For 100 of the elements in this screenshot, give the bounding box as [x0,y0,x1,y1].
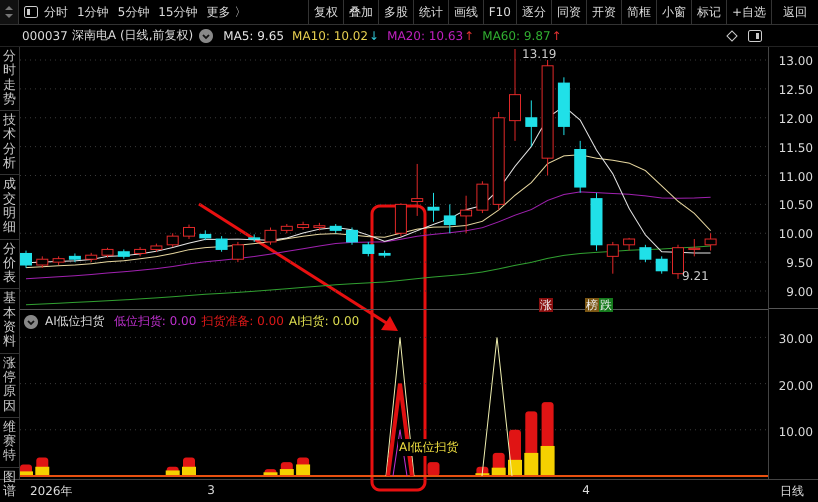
candlestick [606,241,619,274]
moving-average-value: MA5: 9.65 [223,28,284,42]
stacked-bar [508,430,522,476]
candlestick [672,244,684,280]
chevron-circle-icon[interactable] [199,28,214,42]
trend-arrow: ↑ [464,28,474,42]
candlestick [525,100,538,148]
candlestick [232,241,244,263]
candlestick [444,204,456,234]
period-tab[interactable]: 分时 [44,4,68,20]
side-tab[interactable]: 分时走势 [0,47,19,112]
candlestick [134,246,146,257]
panel-toggle-icon[interactable] [748,30,762,42]
stacked-bar [296,458,310,476]
candlestick [183,224,195,240]
candlestick [199,230,212,241]
candlestick [264,226,276,246]
indicator-value: 低位扫货: 0.00 [114,313,196,330]
candlestick [118,248,130,260]
price-axis-label: 11.50 [778,140,813,157]
stacked-bar [35,458,50,476]
candlestick [590,192,602,252]
indicator-value: 扫货准备: 0.00 [201,313,284,330]
date-label: 3 [207,483,215,497]
candlestick [574,140,586,194]
candlestick [85,252,98,263]
price-axis-label: 11.00 [778,168,813,186]
candlestick [216,236,228,252]
candlestick [558,76,570,136]
scroll-arrows-icon[interactable] [0,0,19,24]
candlestick [20,250,32,268]
side-tab[interactable]: 基本资料 [0,289,19,354]
candlestick [102,247,114,258]
candlestick [428,192,440,222]
candlestick [411,163,424,216]
stacked-bar [492,452,506,476]
price-axis-label: 12.00 [778,110,813,128]
price-axis-label: 10.50 [778,197,813,214]
chart-mode: (日线,前复权) [120,27,194,44]
moving-average-value: MA20: 10.63 [387,28,464,42]
side-tab[interactable]: 图谱 [0,468,19,502]
indicator-axis-label: 30.00 [778,331,813,348]
signal-tag: 跌 [599,298,613,312]
candlestick [394,202,407,237]
candlestick [52,256,65,266]
chevron-circle-icon[interactable] [24,314,38,328]
date-label: 2026年 [30,483,73,500]
signal-label: AI低位扫货 [398,439,460,456]
indicator-value: AI扫货: 0.00 [288,313,360,330]
side-tab[interactable]: 技术分析 [0,111,19,176]
indicator-axis-label: 20.00 [778,378,813,395]
price-axis-label: 12.50 [778,82,813,99]
indicator-axis-label: 10.00 [778,424,813,441]
period-tab[interactable]: 5分钟 [118,4,150,20]
trend-arrow: ↑ [552,28,562,42]
moving-average-value: MA60: 9.87 [482,28,551,42]
stacked-bar [182,458,196,476]
candlestick [68,252,81,263]
signal-tag: 涨 [539,298,553,312]
stacked-bar [20,464,33,476]
candlestick [460,195,472,234]
price-axis-label: 9.50 [786,255,813,272]
side-tab[interactable]: 维赛特 [0,418,19,468]
candlestick [362,241,374,257]
indicator-name: AI低位扫货 [45,313,105,330]
stacked-bar [280,462,294,476]
period-tab[interactable]: 更多 〉 [206,4,246,20]
period-tab[interactable]: 1分钟 [77,4,109,20]
candlestick [280,224,293,234]
stock-code: 000037 [22,28,68,42]
candlestick [150,243,162,252]
trend-arrow: ↓ [369,28,380,42]
candlestick [476,180,488,214]
date-label: 4 [582,483,590,497]
diamond-icon[interactable] [726,30,738,42]
candlestick [623,237,636,252]
price-axis-label: 10.00 [778,226,813,244]
candlestick [688,238,700,257]
high-price-label: 13.19 [522,47,556,61]
stacked-bar [428,462,440,476]
side-tab[interactable]: 分价表 [0,240,19,290]
candlestick [248,234,260,242]
stacked-bar [524,411,538,476]
candlestick [313,222,326,231]
side-tab[interactable]: 涨停原因 [0,354,19,418]
candlestick [36,256,48,268]
moving-average-value: MA10: 10.02 [292,28,368,42]
price-axis-label: 9.00 [786,284,813,301]
candlestick [656,256,668,274]
side-tab[interactable]: 成交明细 [0,175,19,240]
period-tab[interactable]: 15分钟 [158,4,198,20]
candlestick [330,224,342,234]
stock-name: 深南电A [72,27,116,44]
panel-toggle-icon[interactable] [24,6,38,18]
price-axis-label: 13.00 [778,53,813,70]
candlestick [639,244,652,263]
signal-tag: 榜 [585,298,599,312]
period-label: 日线 [780,483,804,500]
low-price-label: 9.21 [682,269,709,283]
candlestick [346,226,358,246]
